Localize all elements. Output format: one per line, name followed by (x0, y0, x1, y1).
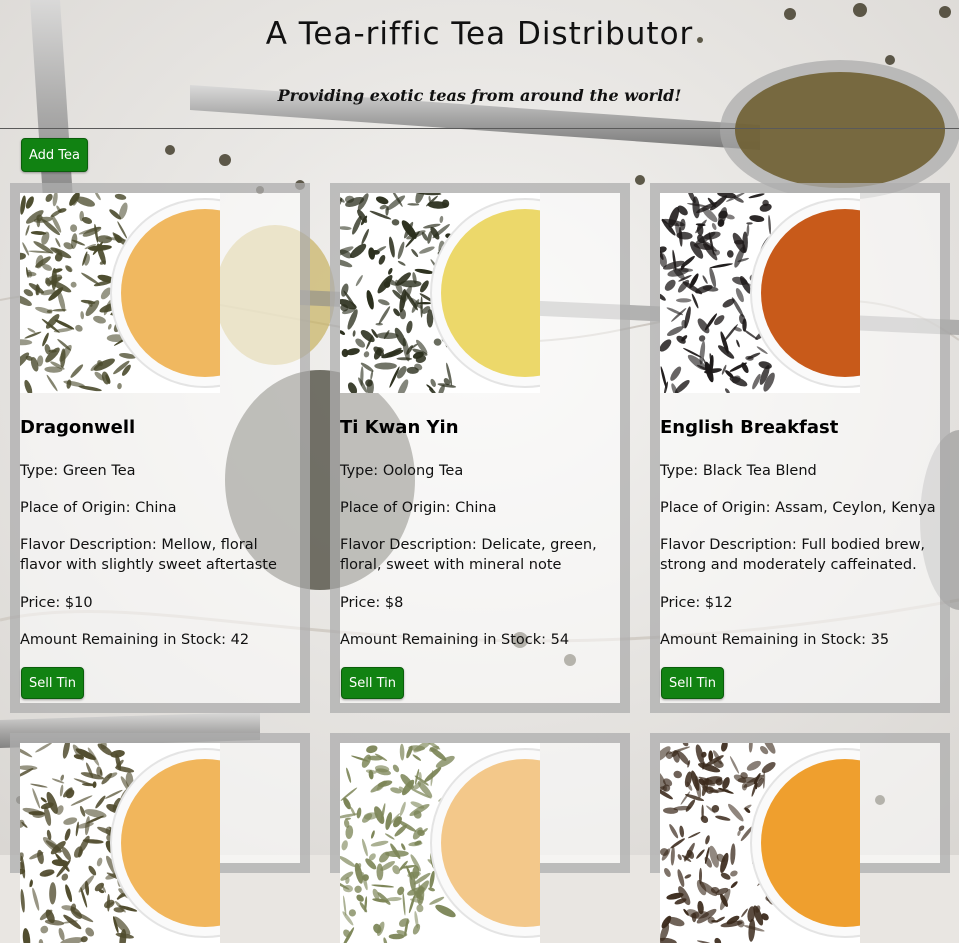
sell-tin-button[interactable]: Sell Tin (661, 667, 724, 699)
tea-flavor: Flavor Description: Full bodied brew, st… (660, 537, 926, 573)
tea-origin: Place of Origin: China (340, 500, 497, 516)
tea-origin: Place of Origin: China (20, 500, 177, 516)
tea-flavor: Flavor Description: Mellow, floral flavo… (20, 537, 277, 573)
tea-card: Dragonwell Type: Green Tea Place of Orig… (10, 183, 310, 713)
tea-card (330, 733, 630, 943)
tea-name: Dragonwell (20, 417, 136, 438)
site-header: A Tea-riffic Tea Distributor Providing e… (0, 0, 959, 129)
sell-tin-button[interactable]: Sell Tin (341, 667, 404, 699)
tea-card: Ti Kwan Yin Type: Oolong Tea Place of Or… (330, 183, 630, 713)
tea-flavor: Flavor Description: Delicate, green, flo… (340, 537, 597, 573)
add-tea-button[interactable]: Add Tea (21, 138, 88, 172)
tea-origin: Place of Origin: Assam, Ceylon, Kenya (660, 500, 936, 516)
sell-tin-button[interactable]: Sell Tin (21, 667, 84, 699)
tea-stock: Amount Remaining in Stock: 35 (660, 632, 890, 648)
tea-photo (660, 193, 860, 393)
tea-name: Ti Kwan Yin (340, 417, 459, 438)
tea-name: English Breakfast (660, 417, 839, 438)
tea-photo (660, 743, 860, 943)
tea-stock: Amount Remaining in Stock: 54 (340, 632, 570, 648)
site-subtitle: Providing exotic teas from around the wo… (277, 86, 682, 105)
site-title: A Tea-riffic Tea Distributor (265, 16, 694, 52)
tea-price: Price: $12 (660, 595, 733, 611)
tea-stock: Amount Remaining in Stock: 42 (20, 632, 250, 648)
tea-type: Type: Green Tea (20, 463, 136, 479)
tea-type: Type: Black Tea Blend (660, 463, 817, 479)
tea-card (10, 733, 310, 943)
tea-price: Price: $10 (20, 595, 93, 611)
tea-card: English Breakfast Type: Black Tea Blend … (650, 183, 950, 713)
tea-photo (340, 743, 540, 943)
tea-price: Price: $8 (340, 595, 404, 611)
tea-photo (20, 743, 220, 943)
tea-photo (340, 193, 540, 393)
tea-type: Type: Oolong Tea (340, 463, 464, 479)
tea-card (650, 733, 950, 943)
tea-photo (20, 193, 220, 393)
